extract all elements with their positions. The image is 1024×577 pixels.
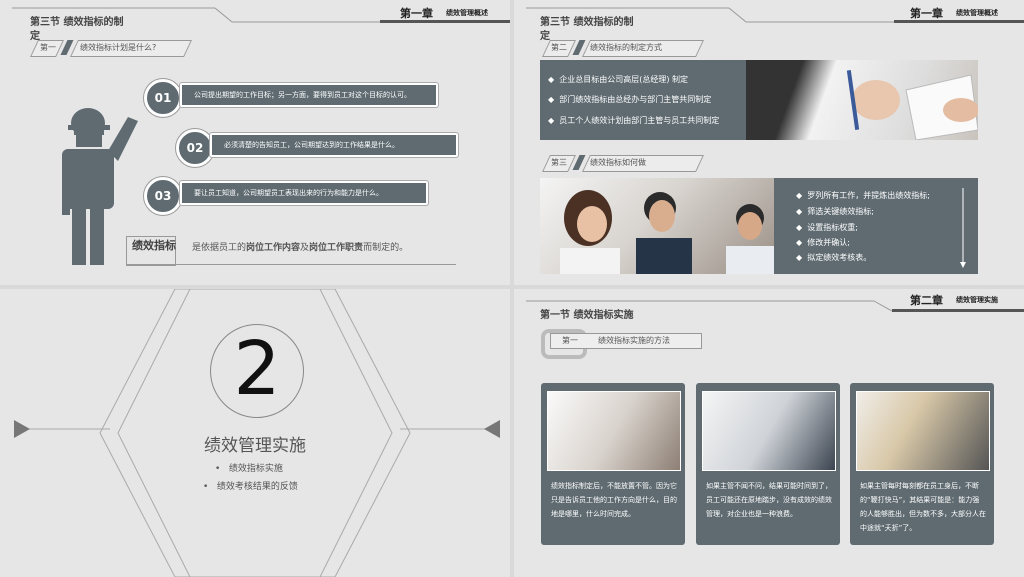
diamond-icon: ◆: [796, 238, 808, 247]
tag-text: 绩效指标的制定方式: [590, 43, 662, 52]
section-title: 第一节 绩效指标实施: [540, 310, 634, 321]
section-bullet-1: • 绩效指标实施: [215, 461, 283, 474]
step-number-03: 03: [144, 177, 182, 215]
step-item-5: ◆ 拟定绩效考核表。: [796, 250, 871, 265]
step-item-3: ◆ 设置指标权重;: [796, 220, 858, 235]
tag-text: 绩效指标实施的方法: [598, 336, 670, 345]
definition-bold-2: 岗位工作职责: [309, 243, 364, 253]
tag-number: 第一: [562, 336, 578, 345]
diamond-icon: ◆: [548, 95, 560, 104]
step-item-4-label: 修改并确认;: [807, 238, 850, 247]
bullet-dot: •: [215, 464, 229, 474]
step-item-1-label: 罗列所有工作，并提炼出绩效指标;: [807, 191, 930, 200]
section-bullet-2: • 绩效考核结果的反馈: [203, 479, 298, 492]
chapter-title: 第一章: [910, 7, 943, 20]
method-item-2: ◆ 部门绩效指标由总经办与部门主管共同制定: [548, 92, 711, 107]
card-photo-2: [702, 391, 836, 471]
diamond-icon: ◆: [796, 223, 808, 232]
step-number-02: 02: [176, 129, 214, 167]
tag-number: 第二: [551, 43, 567, 52]
definition-part-a: 是依据员工的: [192, 243, 247, 253]
step-item-3-label: 设置指标权重;: [807, 223, 858, 232]
slide-4[interactable]: 第二章 绩效管理实施 第一节 绩效指标实施 第一 绩效指标实施的方法 绩效指标制…: [514, 289, 1024, 577]
tag-number: 第一: [40, 43, 56, 52]
down-arrow-icon: [960, 188, 966, 268]
definition-part-e: 而制定的。: [363, 243, 409, 253]
chapter-subtitle: 绩效管理概述: [956, 9, 998, 17]
definition-label: 绩效指标: [132, 239, 176, 252]
bullet-dot: •: [203, 482, 217, 492]
step-text-02: 必须清楚的告知员工，公司期望达到的工作结果是什么。: [210, 133, 458, 157]
method-item-3-label: 员工个人绩效计划由部门主管与员工共同制定: [559, 116, 720, 125]
section-number: 2: [233, 326, 281, 412]
step-item-4: ◆ 修改并确认;: [796, 235, 850, 250]
slide-1[interactable]: 第三节 绩效指标的制定 第一章 绩效管理概述 第一 绩效指标计划是什么? 01 …: [0, 0, 510, 285]
step-text-01: 公司提出期望的工作目标；另一方面，要得到员工对这个目标的认可。: [180, 83, 438, 107]
slide-3[interactable]: 2 绩效管理实施 • 绩效指标实施 • 绩效考核结果的反馈: [0, 289, 510, 577]
step-item-2-label: 筛选关键绩效指标;: [807, 207, 874, 216]
steps-list-box: ◆ 罗列所有工作，并提炼出绩效指标; ◆ 筛选关键绩效指标; ◆ 设置指标权重;…: [774, 178, 978, 274]
tag-text: 绩效指标如何做: [590, 158, 646, 167]
card-text-2: 如果主管不闻不问，结果可能时间到了，员工可能还在原地踏步，没有成效的绩效管理，对…: [706, 482, 832, 518]
section-bullet-1-label: 绩效指标实施: [228, 464, 283, 474]
step-item-2: ◆ 筛选关键绩效指标;: [796, 204, 874, 219]
business-team-photo: [540, 178, 774, 274]
card-photo-3: [856, 391, 990, 471]
definition-text: 是依据员工的岗位工作内容及岗位工作职责而制定的。: [192, 240, 408, 253]
tag-text: 绩效指标计划是什么?: [80, 43, 157, 52]
step-number-01: 01: [144, 79, 182, 117]
step-item-5-label: 拟定绩效考核表。: [807, 253, 872, 262]
diamond-icon: ◆: [796, 191, 808, 200]
step-text-03: 要让员工知道，公司期望员工表现出来的行为和能力是什么。: [180, 181, 428, 205]
left-arrow-icon: [14, 420, 30, 438]
card-photo-1: [547, 391, 681, 471]
method-card-2: 如果主管不闻不问，结果可能时间到了，员工可能还在原地踏步，没有成效的绩效管理，对…: [696, 383, 840, 545]
method-item-1: ◆ 企业总目标由公司高层(总经理) 制定: [548, 72, 688, 87]
chapter-title: 第二章: [910, 294, 943, 307]
card-text-3: 如果主管每时每刻都在员工身后，不断的“鞭打快马”，其结果可能是：能力强的人能够胜…: [860, 482, 986, 532]
tag-number: 第三: [551, 158, 567, 167]
right-arrow-icon: [484, 420, 500, 438]
chapter-subtitle: 绩效管理概述: [446, 9, 488, 17]
slide-2[interactable]: 第三节 绩效指标的制定 第一章 绩效管理概述 第二 绩效指标的制定方式 ◆ 企业…: [514, 0, 1024, 285]
diamond-icon: ◆: [548, 116, 560, 125]
definition-bold-1: 岗位工作内容: [246, 243, 301, 253]
card-text-1: 绩效指标制定后，不能放置不管。因为它只是告诉员工他的工作方向是什么，目的地是哪里…: [551, 482, 677, 518]
method-list-box: ◆ 企业总目标由公司高层(总经理) 制定 ◆ 部门绩效指标由总经办与部门主管共同…: [540, 60, 746, 140]
diamond-icon: ◆: [796, 253, 808, 262]
method-item-1-label: 企业总目标由公司高层(总经理) 制定: [559, 75, 689, 84]
pen-hands-image: [846, 70, 979, 141]
section-title: 绩效管理实施: [204, 436, 306, 456]
section-bullet-2-label: 绩效考核结果的反馈: [216, 482, 298, 492]
header-bar: [892, 309, 1024, 312]
method-card-1: 绩效指标制定后，不能放置不管。因为它只是告诉员工他的工作方向是什么，目的地是哪里…: [541, 383, 685, 545]
step-item-1: ◆ 罗列所有工作，并提炼出绩效指标;: [796, 188, 930, 203]
diamond-icon: ◆: [796, 207, 808, 216]
chapter-subtitle: 绩效管理实施: [956, 296, 998, 304]
chapter-title: 第一章: [400, 7, 433, 20]
method-item-2-label: 部门绩效指标由总经办与部门主管共同制定: [559, 95, 712, 104]
diamond-icon: ◆: [548, 75, 560, 84]
team-people-image: [560, 190, 774, 274]
definition-part-c: 及: [300, 243, 310, 253]
definition-underline: [126, 264, 456, 265]
method-item-3: ◆ 员工个人绩效计划由部门主管与员工共同制定: [548, 113, 719, 128]
method-card-3: 如果主管每时每刻都在员工身后，不断的“鞭打快马”，其结果可能是：能力强的人能够胜…: [850, 383, 994, 545]
signing-photo: [746, 60, 979, 141]
